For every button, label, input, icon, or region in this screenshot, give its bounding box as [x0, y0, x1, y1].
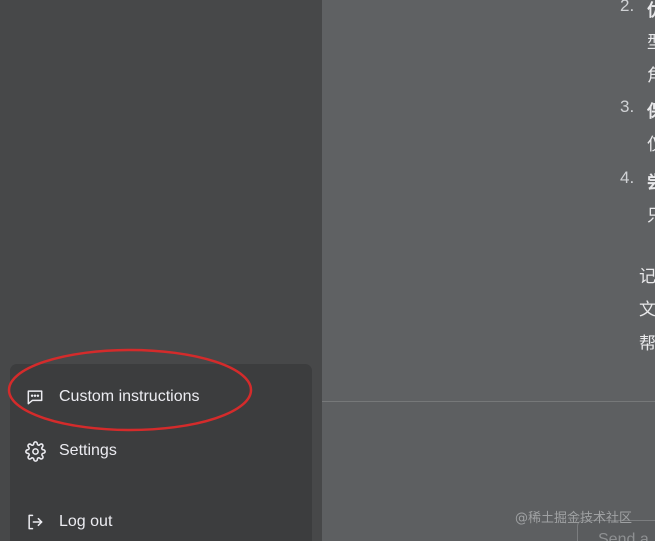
paragraph-text: 文	[639, 300, 655, 320]
logout-arrow-icon	[24, 511, 46, 533]
list-number: 4.	[620, 168, 635, 187]
logout-label: Log out	[59, 513, 113, 530]
list-item-text: 型	[647, 28, 655, 53]
message-input-placeholder: Send a	[598, 531, 649, 541]
chat-main-area: 2. 优 型 角 3. 保 仅 4. 尝 只 记 文 帮	[322, 0, 655, 541]
chat-bubble-dots-icon	[24, 386, 46, 408]
list-item-text: 只	[647, 201, 655, 226]
logout-menu-item[interactable]: Log out	[24, 505, 112, 539]
watermark: @稀土掘金技术社区	[515, 511, 633, 526]
settings-menu-item[interactable]: Settings	[24, 434, 117, 468]
list-item-text: 角	[647, 61, 655, 86]
app-window: Custom instructions Settings Log out 2. …	[0, 0, 655, 541]
custom-instructions-menu-item[interactable]: Custom instructions	[24, 380, 200, 414]
list-item-title: 尝	[647, 168, 655, 193]
custom-instructions-label: Custom instructions	[59, 388, 200, 405]
paragraph-text: 帮	[639, 334, 655, 354]
paragraph-text: 记	[639, 267, 655, 287]
list-item-text: 仅	[647, 130, 655, 155]
settings-label: Settings	[59, 442, 117, 459]
user-menu-popup: Custom instructions Settings Log out	[10, 364, 312, 541]
list-number: 3.	[620, 97, 635, 116]
list-item-title: 保	[647, 97, 655, 122]
gear-icon	[24, 440, 46, 462]
list-item-title: 优	[647, 0, 655, 21]
list-number: 2.	[620, 0, 635, 15]
sidebar: Custom instructions Settings Log out	[0, 0, 322, 541]
